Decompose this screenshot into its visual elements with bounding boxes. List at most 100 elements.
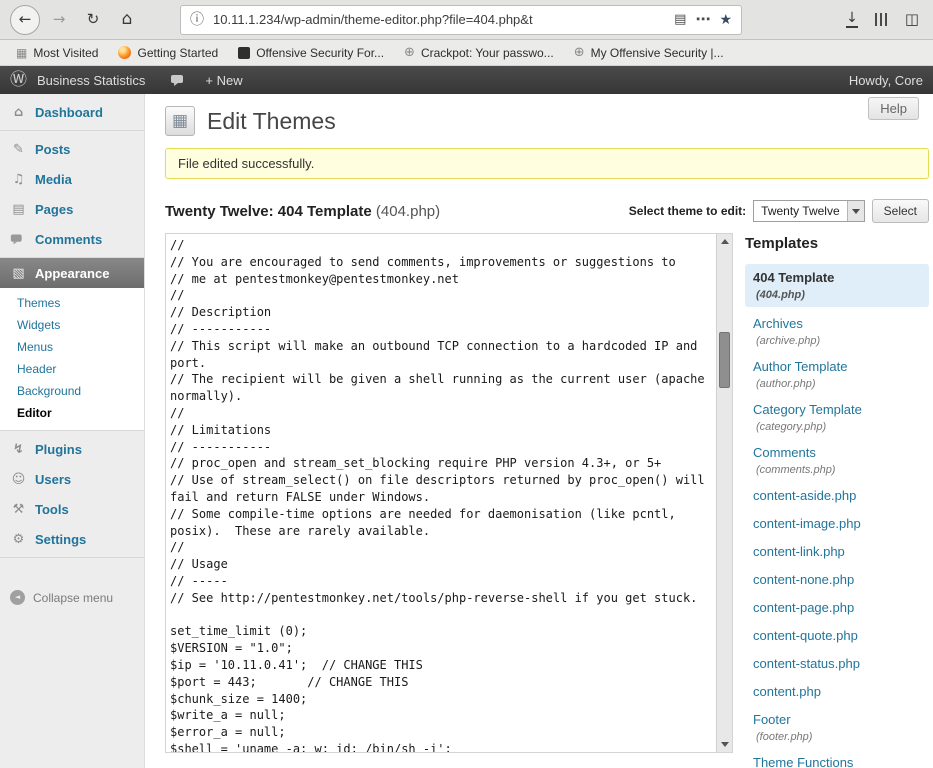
sidebar-item-appearance[interactable]: Appearance	[0, 258, 144, 288]
code-textarea[interactable]: // // You are encouraged to send comment…	[166, 234, 716, 752]
menu-item-label: Settings	[35, 532, 86, 547]
editor-scrollbar[interactable]	[716, 234, 732, 752]
template-name-link[interactable]: Footer	[753, 712, 921, 728]
scrollbar-thumb[interactable]	[719, 332, 730, 388]
help-button[interactable]: Help	[868, 97, 919, 120]
sidebar-submenu-item[interactable]: Menus	[0, 336, 144, 358]
bookmark-favicon-icon	[118, 46, 131, 59]
template-item[interactable]: Archives (archive.php)	[745, 313, 929, 350]
page-actions-icon[interactable]	[695, 12, 710, 27]
template-name-link[interactable]: content-status.php	[753, 656, 921, 672]
template-name-link[interactable]: content.php	[753, 684, 921, 700]
template-item[interactable]: content-aside.php	[745, 485, 929, 507]
templates-panel: Templates 404 Template (404.php) Archive…	[733, 233, 929, 768]
themes-grid-icon	[172, 113, 188, 130]
sidebar-submenu-item[interactable]: Widgets	[0, 314, 144, 336]
sidebar-toggle-icon[interactable]	[905, 12, 919, 27]
bookmark-item[interactable]: Offensive Security For...	[228, 40, 394, 65]
library-icon[interactable]	[875, 13, 888, 26]
sidebar-submenu-item[interactable]: Themes	[0, 292, 144, 314]
site-info-icon[interactable]	[190, 13, 204, 27]
template-name-link[interactable]: Category Template	[753, 402, 921, 418]
template-name-link[interactable]: 404 Template	[753, 270, 921, 286]
template-item[interactable]: 404 Template (404.php)	[745, 264, 929, 307]
forward-button[interactable]	[44, 5, 74, 35]
bookmark-favicon-icon	[574, 46, 585, 59]
template-item[interactable]: content-quote.php	[745, 625, 929, 647]
template-item[interactable]: Footer (footer.php)	[745, 709, 929, 746]
sidebar-menu-item[interactable]: Comments	[0, 224, 144, 254]
template-item[interactable]: content-image.php	[745, 513, 929, 535]
sidebar-submenu-item[interactable]: Header	[0, 358, 144, 380]
bookmark-star-icon[interactable]	[719, 13, 732, 27]
main-content: Help Edit Themes File edited successfull…	[145, 94, 933, 768]
template-name-link[interactable]: content-quote.php	[753, 628, 921, 644]
bookmark-item[interactable]: Most Visited	[6, 40, 108, 65]
menu-item-label: Comments	[35, 232, 102, 247]
template-name-link[interactable]: content-aside.php	[753, 488, 921, 504]
template-name-link[interactable]: Author Template	[753, 359, 921, 375]
template-name-link[interactable]: content-none.php	[753, 572, 921, 588]
template-item[interactable]: Comments (comments.php)	[745, 442, 929, 479]
downloads-icon[interactable]	[846, 11, 858, 28]
template-name-link[interactable]: Comments	[753, 445, 921, 461]
new-content-button[interactable]: + New	[205, 73, 242, 88]
menu-item-label: Plugins	[35, 442, 82, 457]
template-item[interactable]: content-status.php	[745, 653, 929, 675]
template-file-name: (comments.php)	[753, 464, 921, 476]
template-item[interactable]: content-page.php	[745, 597, 929, 619]
template-item[interactable]: Author Template (author.php)	[745, 356, 929, 393]
template-item[interactable]: content-link.php	[745, 541, 929, 563]
template-name-link[interactable]: Archives	[753, 316, 921, 332]
toolbar-right-icons	[846, 11, 923, 28]
template-name-link[interactable]: Theme Functions	[753, 755, 921, 768]
template-item[interactable]: content-none.php	[745, 569, 929, 591]
scroll-up-arrow-icon[interactable]	[721, 239, 729, 244]
comments-bubble-icon[interactable]	[171, 73, 185, 87]
sidebar-submenu-item[interactable]: Background	[0, 380, 144, 402]
sidebar-menu-item[interactable]: Users	[0, 464, 144, 494]
site-name-link[interactable]: Business Statistics	[37, 73, 145, 88]
reload-icon	[87, 12, 100, 27]
theme-select-dropdown[interactable]: Twenty Twelve	[753, 200, 864, 222]
bookmark-item[interactable]: My Offensive Security |...	[564, 40, 734, 65]
menu-item-icon	[10, 473, 27, 486]
sidebar-menu-item[interactable]: Dashboard	[0, 97, 144, 127]
template-item[interactable]: Category Template (category.php)	[745, 399, 929, 436]
howdy-account-link[interactable]: Howdy, Core	[849, 73, 923, 88]
template-item[interactable]: Theme Functions (functions.php)	[745, 752, 929, 768]
template-name-link[interactable]: content-image.php	[753, 516, 921, 532]
dropdown-arrow-icon[interactable]	[847, 201, 864, 221]
wp-admin-bar: Business Statistics + New Howdy, Core	[0, 66, 933, 94]
scroll-down-arrow-icon[interactable]	[721, 742, 729, 747]
select-theme-button[interactable]: Select	[872, 199, 929, 223]
menu-item-icon	[10, 503, 27, 516]
browser-toolbar: 10.11.1.234/wp-admin/theme-editor.php?fi…	[0, 0, 933, 40]
menu-item-label: Appearance	[35, 266, 109, 281]
sidebar-menu-item[interactable]: Pages	[0, 194, 144, 224]
reader-mode-icon[interactable]	[674, 13, 686, 26]
url-bar[interactable]: 10.11.1.234/wp-admin/theme-editor.php?fi…	[180, 5, 742, 35]
sidebar-menu-item[interactable]: Posts	[0, 134, 144, 164]
template-item[interactable]: content.php	[745, 681, 929, 703]
template-name-link[interactable]: content-link.php	[753, 544, 921, 560]
reload-button[interactable]	[78, 5, 108, 35]
home-button[interactable]	[112, 5, 142, 35]
menu-item-label: Dashboard	[35, 105, 103, 120]
collapse-menu-button[interactable]: Collapse menu	[0, 584, 144, 611]
bookmark-item[interactable]: Getting Started	[108, 40, 228, 65]
wordpress-logo-icon[interactable]	[10, 72, 27, 89]
template-file-name: (footer.php)	[753, 731, 921, 743]
template-file-name: (author.php)	[753, 378, 921, 390]
template-name-link[interactable]: content-page.php	[753, 600, 921, 616]
sidebar-menu-item[interactable]: Settings	[0, 524, 144, 554]
sidebar-submenu-item[interactable]: Editor	[0, 402, 144, 424]
bookmark-label: Getting Started	[137, 46, 218, 60]
bookmark-item[interactable]: Crackpot: Your passwo...	[394, 40, 564, 65]
forward-arrow-icon	[53, 12, 66, 27]
sidebar-menu-item[interactable]: Media	[0, 164, 144, 194]
sidebar-menu-item[interactable]: Plugins	[0, 434, 144, 464]
sidebar-menu-item[interactable]: Tools	[0, 494, 144, 524]
url-text[interactable]: 10.11.1.234/wp-admin/theme-editor.php?fi…	[213, 12, 665, 27]
back-button[interactable]	[10, 5, 40, 35]
